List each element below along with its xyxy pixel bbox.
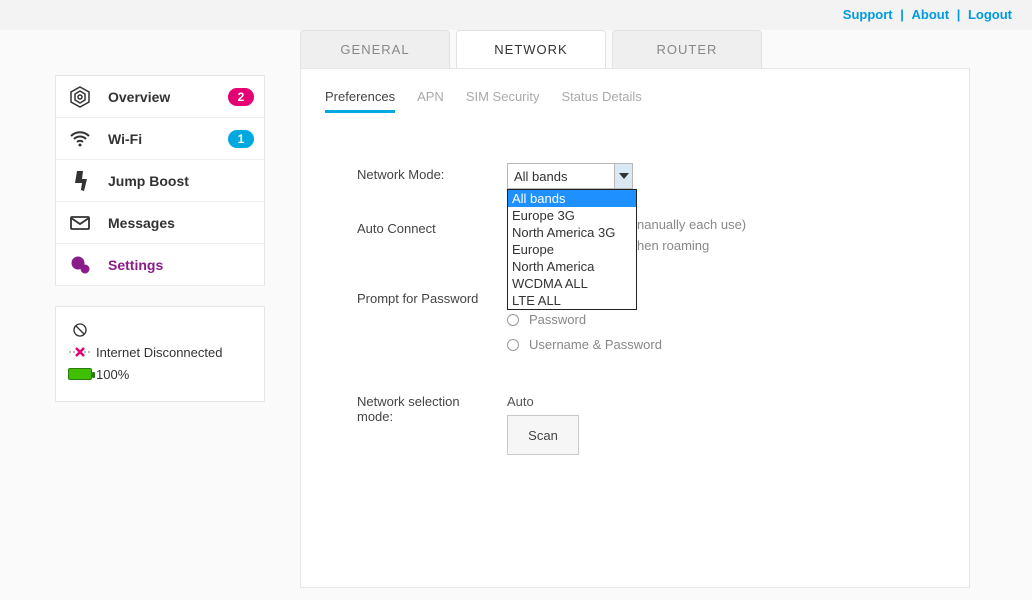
overview-icon	[66, 83, 94, 111]
radio-label: Username & Password	[529, 337, 662, 352]
auto-connect-text-fragment: hen roaming	[637, 238, 935, 253]
sidebar-item-messages[interactable]: Messages	[56, 202, 264, 244]
sidebar-item-label: Wi-Fi	[108, 131, 142, 147]
dropdown-option[interactable]: WCDMA ALL	[508, 275, 636, 292]
sidebar-item-jumpboost[interactable]: Jump Boost	[56, 160, 264, 202]
status-card: Internet Disconnected 100%	[55, 306, 265, 402]
network-mode-dropdown[interactable]: All bands Europe 3G North America 3G Eur…	[507, 189, 637, 310]
radio-icon	[507, 339, 519, 351]
network-selection-row: Network selection mode: Auto Scan	[357, 390, 935, 455]
dropdown-option[interactable]: North America 3G	[508, 224, 636, 241]
topbar: Support | About | Logout	[0, 0, 1032, 30]
network-selection-value: Auto	[507, 390, 935, 409]
support-link[interactable]: Support	[843, 7, 893, 22]
sidebar-item-label: Messages	[108, 215, 175, 231]
chevron-down-icon	[614, 164, 632, 188]
prompt-password-row: Prompt for Password Do Not Prompt Passwo…	[357, 287, 935, 362]
battery-text: 100%	[96, 367, 129, 382]
network-mode-label: Network Mode:	[357, 163, 507, 182]
auto-connect-label: Auto Connect	[357, 217, 507, 236]
sidebar-item-label: Overview	[108, 89, 170, 105]
subtab-sim-security[interactable]: SIM Security	[466, 89, 540, 113]
tab-general[interactable]: GENERAL	[300, 30, 450, 68]
radio-username-password[interactable]: Username & Password	[507, 337, 935, 352]
network-mode-select[interactable]: All bands	[507, 163, 633, 189]
gear-icon	[66, 251, 94, 279]
about-link[interactable]: About	[912, 7, 950, 22]
radio-password[interactable]: Password	[507, 312, 935, 327]
sidebar-item-label: Settings	[108, 257, 163, 273]
jumpboost-icon	[66, 167, 94, 195]
wifi-icon	[66, 125, 94, 153]
internet-status-text: Internet Disconnected	[96, 345, 222, 360]
subtab-status-details[interactable]: Status Details	[562, 89, 642, 113]
tabbar: GENERAL NETWORK ROUTER	[300, 30, 970, 68]
separator: |	[953, 7, 965, 22]
sidebar: Overview 2 Wi-Fi 1 Jump Boost	[55, 75, 265, 402]
settings-panel: Preferences APN SIM Security Status Deta…	[300, 68, 970, 588]
sidebar-item-overview[interactable]: Overview 2	[56, 76, 264, 118]
radio-label: Password	[529, 312, 586, 327]
prompt-password-label: Prompt for Password	[357, 287, 507, 306]
tab-network[interactable]: NETWORK	[456, 30, 606, 68]
subtab-preferences[interactable]: Preferences	[325, 89, 395, 113]
network-mode-row: Network Mode: All bands All bands Europe…	[357, 163, 935, 189]
sidebar-item-label: Jump Boost	[108, 173, 189, 189]
network-mode-selected: All bands	[514, 169, 567, 184]
wifi-badge: 1	[228, 130, 254, 148]
auto-connect-text-fragment: nanually each use)	[637, 217, 935, 232]
separator: |	[896, 7, 908, 22]
radio-icon	[507, 314, 519, 326]
preferences-form: Network Mode: All bands All bands Europe…	[325, 143, 945, 455]
dropdown-option[interactable]: LTE ALL	[508, 292, 636, 309]
nosim-icon	[68, 321, 92, 339]
overview-badge: 2	[228, 88, 254, 106]
battery-icon	[68, 365, 92, 383]
dropdown-option[interactable]: All bands	[508, 190, 636, 207]
logout-link[interactable]: Logout	[968, 7, 1012, 22]
mail-icon	[66, 209, 94, 237]
disconnected-icon	[68, 343, 92, 361]
tab-router[interactable]: ROUTER	[612, 30, 762, 68]
subtabs: Preferences APN SIM Security Status Deta…	[325, 89, 945, 113]
subtab-apn[interactable]: APN	[417, 89, 444, 113]
network-selection-label: Network selection mode:	[357, 390, 507, 424]
scan-button[interactable]: Scan	[507, 415, 579, 455]
dropdown-option[interactable]: North America	[508, 258, 636, 275]
dropdown-option[interactable]: Europe	[508, 241, 636, 258]
auto-connect-row: Auto Connect nanually each use) hen roam…	[357, 217, 935, 259]
sidebar-item-wifi[interactable]: Wi-Fi 1	[56, 118, 264, 160]
sidebar-item-settings[interactable]: Settings	[56, 244, 264, 286]
dropdown-option[interactable]: Europe 3G	[508, 207, 636, 224]
